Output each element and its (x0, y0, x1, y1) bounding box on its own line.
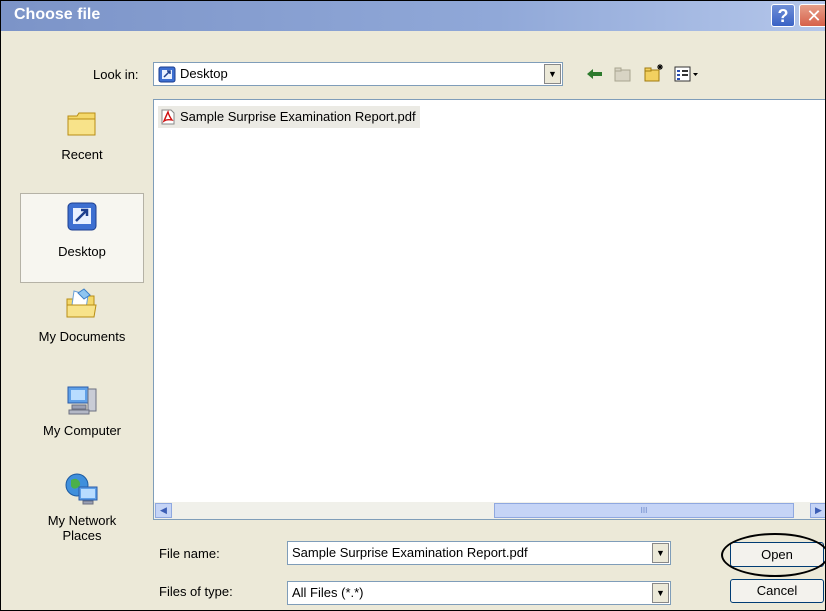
pdf-icon (161, 109, 175, 125)
place-desktop[interactable]: Desktop (20, 193, 144, 283)
files-of-type-select[interactable]: All Files (*.*) ▼ (287, 581, 671, 605)
desktop-icon (158, 66, 176, 83)
files-of-type-value: All Files (*.*) (292, 585, 364, 600)
place-label: My Documents (38, 329, 126, 344)
title-bar[interactable]: Choose file ? ✕ (1, 1, 825, 31)
place-my-computer[interactable]: My Computer (20, 379, 144, 463)
file-name: Sample Surprise Examination Report.pdf (180, 109, 416, 124)
place-my-documents[interactable]: My Documents (20, 283, 144, 373)
cancel-button[interactable]: Cancel (730, 579, 824, 603)
file-name-input[interactable]: Sample Surprise Examination Report.pdf ▼ (287, 541, 671, 565)
place-my-network-places[interactable]: My Network Places (20, 469, 144, 565)
highlight-ellipse (721, 533, 825, 577)
file-item[interactable]: Sample Surprise Examination Report.pdf (158, 106, 420, 128)
look-in-value: Desktop (180, 66, 228, 81)
look-in-label: Look in: (93, 67, 139, 82)
place-label: My Computer (42, 423, 122, 438)
help-button[interactable]: ? (771, 4, 795, 27)
scroll-thumb[interactable]: III (494, 503, 794, 518)
back-arrow-icon[interactable] (585, 65, 605, 83)
file-name-value: Sample Surprise Examination Report.pdf (292, 545, 528, 560)
my-computer-icon (67, 386, 97, 415)
recent-folder-icon (67, 112, 96, 136)
network-places-icon (65, 473, 98, 505)
new-folder-icon[interactable] (643, 62, 665, 83)
scroll-left-button[interactable]: ◀ (155, 503, 172, 518)
places-bar: Recent Desktop My Documents My Computer … (20, 97, 144, 567)
file-name-label: File name: (159, 546, 220, 561)
close-button[interactable]: ✕ (799, 4, 825, 27)
view-menu-icon[interactable] (673, 65, 701, 83)
look-in-dropdown-arrow[interactable]: ▼ (544, 64, 561, 84)
file-list[interactable]: Sample Surprise Examination Report.pdf ◀… (153, 99, 825, 520)
scroll-right-button[interactable]: ▶ (810, 503, 825, 518)
look-in-combo[interactable]: Desktop ▼ (153, 62, 563, 86)
my-documents-icon (66, 288, 97, 318)
place-label: My Network Places (47, 513, 117, 543)
horizontal-scrollbar[interactable]: ◀ III ▶ (154, 502, 825, 519)
file-name-dropdown-arrow[interactable]: ▼ (652, 543, 669, 563)
place-label: Recent (61, 147, 103, 162)
place-label: Desktop (58, 244, 106, 259)
files-of-type-dropdown-arrow[interactable]: ▼ (652, 583, 669, 603)
desktop-icon (67, 202, 97, 231)
window-title: Choose file (14, 6, 101, 23)
choose-file-dialog: Choose file ? ✕ Look in: Desktop ▼ Recen… (0, 0, 826, 611)
place-recent[interactable]: Recent (20, 107, 144, 187)
up-folder-icon[interactable] (613, 65, 633, 83)
files-of-type-label: Files of type: (159, 584, 233, 599)
